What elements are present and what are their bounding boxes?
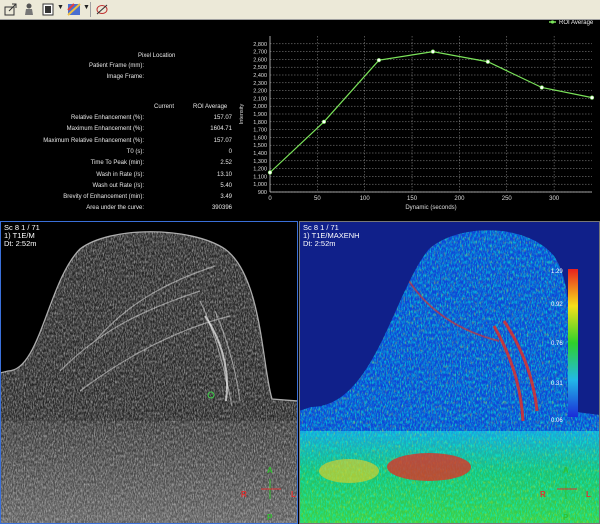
orientation-right: R (540, 490, 546, 499)
time-label-right: Dt: 2:52m (303, 239, 336, 248)
roi-icon[interactable] (94, 2, 110, 17)
colormap-icon[interactable] (66, 2, 82, 17)
chart-grid (270, 36, 592, 193)
data-point (430, 49, 435, 54)
y-tick-label: 1,200 (253, 167, 267, 173)
y-tick-label: 1,500 (253, 143, 267, 149)
export-icon[interactable] (3, 2, 19, 17)
y-tick-label: 900 (258, 190, 267, 196)
x-tick-label: 150 (407, 196, 418, 202)
x-tick-label: 0 (268, 196, 272, 202)
legend-label: ROI Average (559, 20, 594, 26)
x-tick-label: 250 (502, 196, 513, 202)
orientation-crosshair-icon (261, 479, 281, 499)
y-tick-label: 1,300 (253, 159, 267, 165)
x-tick-label: 300 (549, 196, 560, 202)
chart-legend: ROI Average (549, 20, 594, 26)
y-axis-ticks: 9001,0001,1001,2001,3001,4001,5001,6001,… (253, 42, 267, 196)
chevron-down-icon[interactable]: ▼ (57, 4, 64, 11)
orientation-right: R (241, 490, 247, 499)
colorbar-tick-label: 0.06 (551, 418, 563, 424)
orientation-posterior: P (563, 513, 569, 522)
data-point (589, 95, 595, 100)
grayscale-breast-image (1, 222, 297, 523)
data-point (267, 170, 273, 175)
colorbar-tick-label: 0.31 (551, 381, 563, 387)
chevron-down-icon[interactable]: ▼ (83, 4, 90, 11)
orientation-left: L (586, 490, 591, 499)
colormap-mri-viewport[interactable]: Sc 8 1 / 71 1) T1E/MAXENH Dt: 2:52m 1.29… (299, 221, 600, 524)
colorbar-tick-label: 1.29 (551, 269, 563, 275)
x-tick-label: 50 (314, 196, 321, 202)
y-tick-label: 2,100 (253, 96, 267, 102)
orientation-anterior: A (267, 466, 273, 475)
y-tick-label: 2,500 (253, 65, 267, 71)
y-tick-label: 2,000 (253, 104, 267, 110)
x-axis-ticks: 0 50 100 150 200 250 300 (268, 196, 559, 202)
window-level-icon[interactable] (40, 2, 56, 17)
data-point (539, 85, 544, 90)
data-point (321, 119, 327, 124)
colorbar-tick-label: 0.76 (551, 341, 563, 347)
y-tick-label: 2,700 (253, 50, 267, 56)
y-tick-label: 2,400 (253, 73, 267, 79)
toolbar: ▼ ▼ (0, 0, 600, 20)
y-tick-label: 2,300 (253, 81, 267, 87)
y-tick-label: 1,800 (253, 120, 267, 126)
orientation-left: L (291, 490, 296, 499)
y-tick-label: 2,200 (253, 89, 267, 95)
orientation-posterior: P (267, 513, 273, 522)
legend-marker (550, 20, 555, 24)
series-line-roi-average (269, 50, 593, 173)
y-tick-label: 2,600 (253, 57, 267, 63)
y-tick-label: 1,100 (253, 174, 267, 180)
y-tick-label: 1,000 (253, 182, 267, 188)
x-tick-label: 100 (360, 196, 371, 202)
data-point (485, 59, 490, 64)
enhancement-panel: Pixel Location Patient Frame (mm): Image… (0, 20, 600, 220)
y-axis-label: Intensity (239, 104, 245, 125)
y-tick-label: 1,400 (253, 151, 267, 157)
chart-series (267, 49, 595, 175)
orientation-crosshair-icon (557, 479, 577, 499)
colorbar-tick-label: 0.92 (551, 302, 563, 308)
data-point (376, 58, 382, 63)
y-tick-label: 2,800 (253, 42, 267, 48)
enhancement-curve-chart: 0 50 100 150 200 250 300 900 1,000 1,1001,200 1,3… (239, 20, 595, 211)
y-tick-label: 1,900 (253, 112, 267, 118)
time-label-left: Dt: 2:52m (4, 239, 37, 248)
grayscale-mri-viewport[interactable]: Sc 8 1 / 71 1) T1E/M Dt: 2:52m A P R L (0, 221, 298, 524)
y-tick-label: 1,600 (253, 135, 267, 141)
orientation-anterior: A (563, 466, 569, 475)
x-tick-label: 200 (454, 196, 465, 202)
y-tick-label: 1,700 (253, 128, 267, 134)
toolbar-separator (90, 2, 91, 17)
person-icon[interactable] (21, 2, 37, 17)
x-axis-label: Dynamic (seconds) (405, 205, 456, 211)
colorbar (568, 269, 578, 417)
